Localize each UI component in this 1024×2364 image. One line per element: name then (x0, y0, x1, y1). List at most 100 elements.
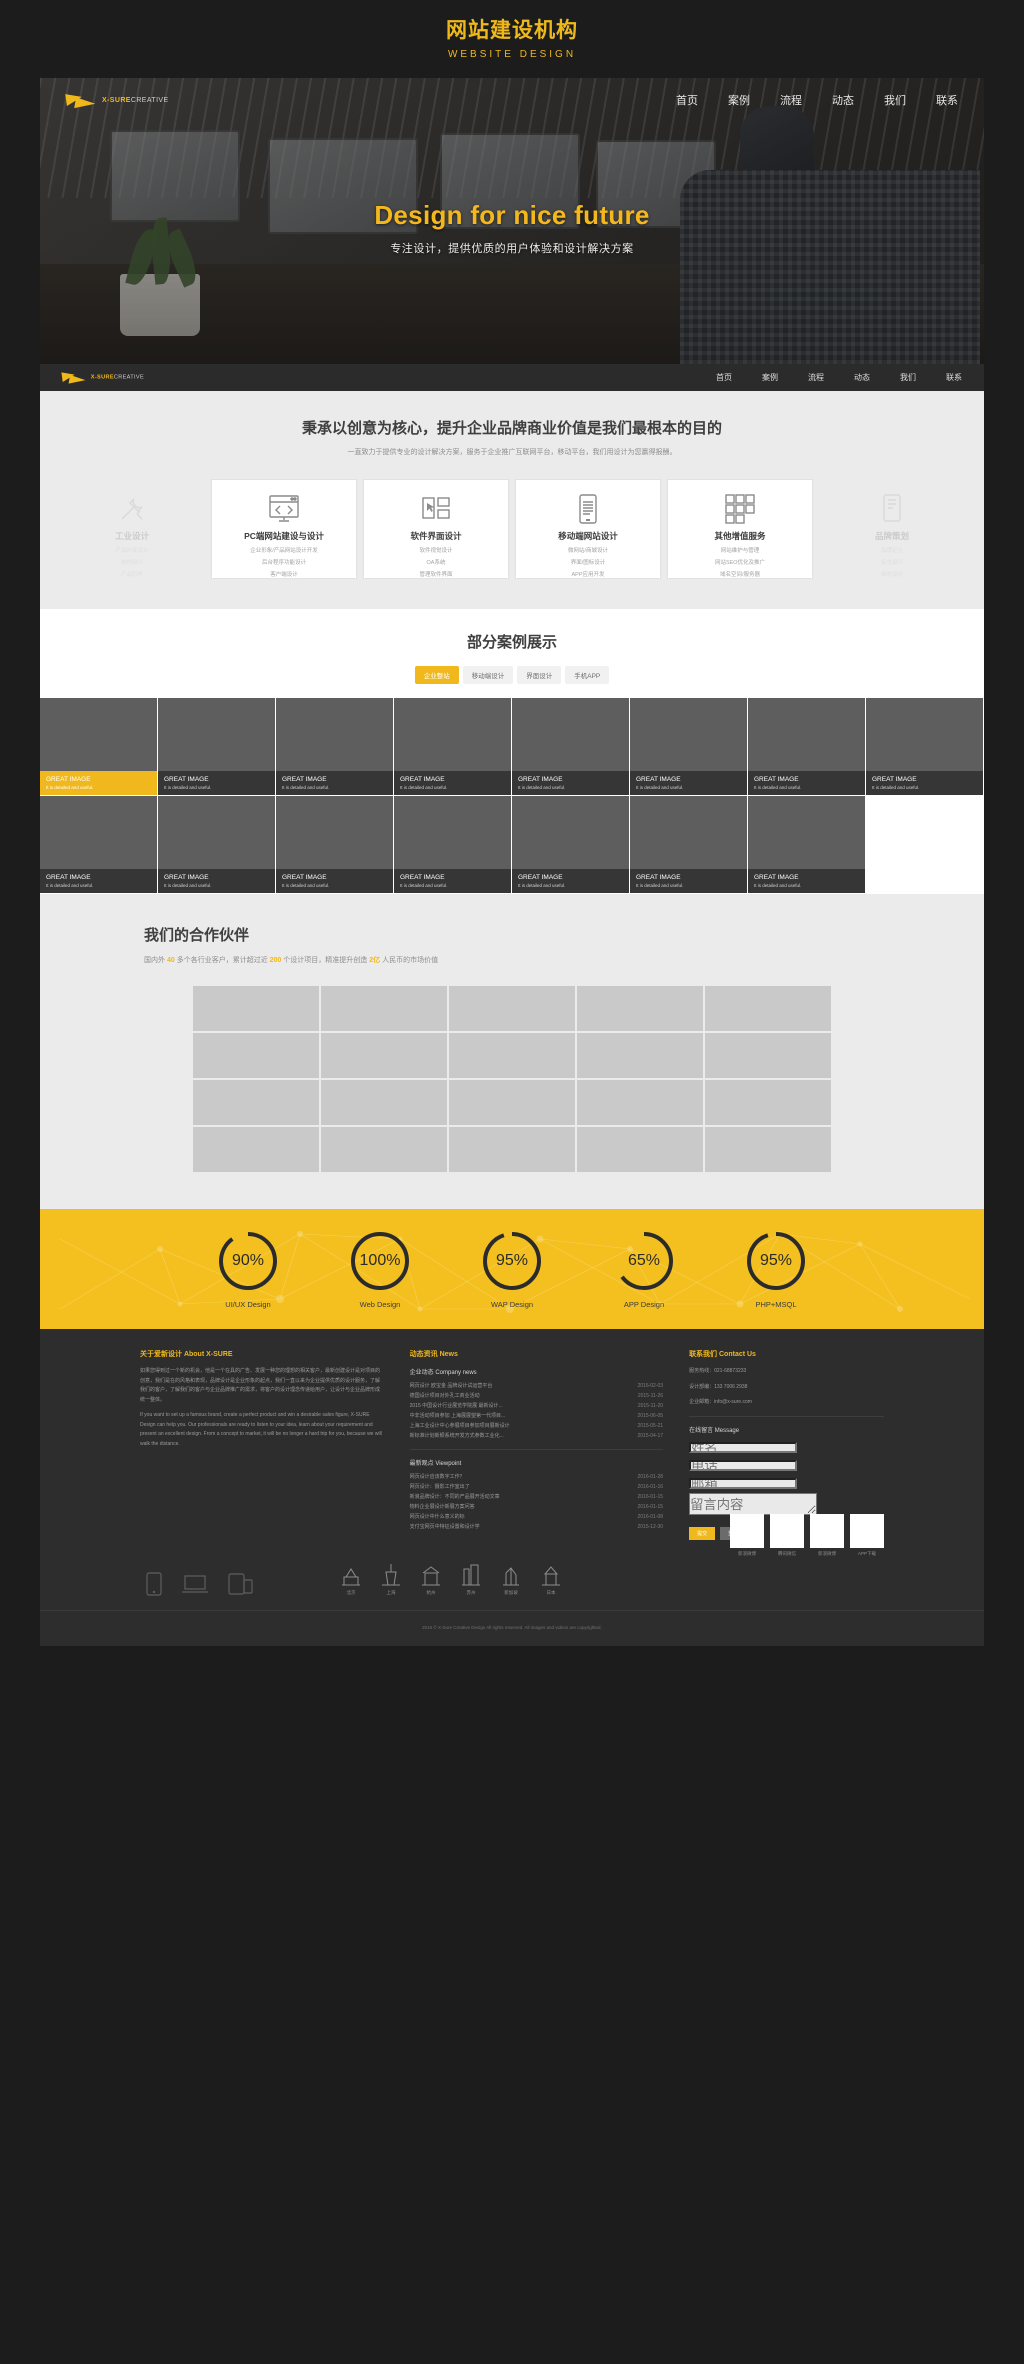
partner-logo[interactable] (448, 1126, 576, 1173)
nav-item-news[interactable]: 动态 (832, 92, 854, 108)
news-item[interactable]: 新标准计划新颖系统开发方式参数工业化... 2015-04-17 (410, 1431, 663, 1441)
partner-logo[interactable] (704, 1126, 832, 1173)
partner-logo[interactable] (192, 985, 320, 1032)
service-card-pc-web[interactable]: PC端网站建设与设计 企业形象/产品网站设计开发 后台程序功能设计 客户端设计 (211, 479, 357, 579)
message-name-input[interactable] (689, 1441, 798, 1453)
case-item[interactable]: GREAT IMAGE It is detailed and useful. (40, 698, 158, 796)
sticky-nav-item-contact[interactable]: 联系 (946, 372, 962, 383)
nav-item-about[interactable]: 我们 (884, 92, 906, 108)
case-item[interactable]: GREAT IMAGE It is detailed and useful. (394, 698, 512, 796)
partner-logo[interactable] (192, 1126, 320, 1173)
news-item[interactable]: 物料企业展设计新展方案问答 2016-01-15 (410, 1502, 663, 1512)
case-item[interactable]: GREAT IMAGE It is detailed and useful. (512, 796, 630, 894)
case-item[interactable]: GREAT IMAGE It is detailed and useful. (276, 698, 394, 796)
case-title: GREAT IMAGE (636, 874, 681, 881)
qr-item[interactable]: 腾讯微信 (770, 1513, 804, 1557)
case-subtitle: It is detailed and useful. (164, 785, 212, 790)
partner-logo[interactable] (576, 1079, 704, 1126)
tab-ui-design[interactable]: 界面设计 (517, 666, 562, 684)
case-item[interactable]: GREAT IMAGE It is detailed and useful. (748, 796, 866, 894)
nav-item-process[interactable]: 流程 (780, 92, 802, 108)
sticky-nav-item-home[interactable]: 首页 (716, 372, 732, 383)
news-item[interactable]: 网页设计应该数字工作？ 2016-01-28 (410, 1472, 663, 1482)
news-item[interactable]: 中非活动项目参加 上海展展望第一代项目... 2015-06-05 (410, 1411, 663, 1421)
city-name: 上海 (386, 1589, 396, 1595)
partner-logo[interactable] (192, 1032, 320, 1079)
logo[interactable]: X-SURECREATIVE (66, 91, 169, 110)
nav-item-contact[interactable]: 联系 (936, 92, 958, 108)
partners-metric-projects: 200 (269, 957, 282, 964)
case-item[interactable]: GREAT IMAGE It is detailed and useful. (40, 796, 158, 894)
message-body-input[interactable] (689, 1492, 818, 1515)
partner-logo[interactable] (576, 1032, 704, 1079)
partner-logo[interactable] (448, 1079, 576, 1126)
case-item[interactable]: GREAT IMAGE It is detailed and useful. (512, 698, 630, 796)
services-section: 秉承以创意为核心，提升企业品牌商业价值是我们最根本的目的 一直致力于提供专业的设… (40, 391, 984, 609)
news-date: 2015-11-20 (637, 1403, 664, 1409)
logo-small[interactable]: X-SURECREATIVE (62, 370, 144, 385)
partner-logo[interactable] (448, 1032, 576, 1079)
submit-button[interactable]: 提交 (689, 1526, 716, 1540)
news-item[interactable]: 德国设计项目对外孔工商业活动 2015-11-26 (410, 1391, 663, 1401)
grid-icon (724, 493, 756, 525)
case-title: GREAT IMAGE (754, 776, 799, 783)
service-line: 品牌定位 (880, 548, 903, 554)
service-card-branding[interactable]: 品牌策划 品牌定位 标志设计 画册设计 (819, 479, 965, 579)
service-line: 画册设计 (880, 572, 903, 578)
sticky-nav-item-news[interactable]: 动态 (854, 372, 870, 383)
news-item[interactable]: 新浪品牌设计：不同的产品展开活动文章 2016-01-15 (410, 1492, 663, 1502)
case-subtitle: It is detailed and useful. (46, 883, 94, 888)
news-item[interactable]: 上海工业设计中心参展项目参加项目展新设计 2015-05-21 (410, 1421, 663, 1431)
partner-logo[interactable] (192, 1079, 320, 1126)
partner-logo[interactable] (704, 985, 832, 1032)
partner-logo[interactable] (448, 985, 576, 1032)
nav-item-cases[interactable]: 案例 (728, 92, 750, 108)
case-item[interactable]: GREAT IMAGE It is detailed and useful. (630, 796, 748, 894)
news-item[interactable]: 网页设计 欧宝金 品牌设计试运营平台 2016-02-03 (410, 1381, 663, 1391)
divider (409, 1449, 664, 1450)
stat-value: 95% (495, 1251, 529, 1269)
message-email-input[interactable] (689, 1477, 798, 1489)
sticky-nav-item-about[interactable]: 我们 (900, 372, 916, 383)
partner-logo[interactable] (320, 985, 448, 1032)
partner-logo[interactable] (576, 985, 704, 1032)
case-item[interactable]: GREAT IMAGE It is detailed and useful. (866, 698, 984, 796)
tab-mobile-app[interactable]: 手机APP (565, 666, 610, 684)
partner-logo[interactable] (704, 1032, 832, 1079)
stat-php: 95% PHP+MSQL (726, 1230, 826, 1309)
hero-title: Design for nice future (374, 200, 650, 230)
partner-logo[interactable] (704, 1079, 832, 1126)
service-card-industrial[interactable]: 工业设计 产品外观设计 结构设计 产品打样 (59, 479, 205, 579)
partner-logo[interactable] (320, 1126, 448, 1173)
partner-logo[interactable] (320, 1032, 448, 1079)
message-form-title: 在线留言 Message (689, 1427, 740, 1434)
partner-logo[interactable] (320, 1079, 448, 1126)
news-item[interactable]: 支付宝网页中特征设置和设计学 2015-12-30 (410, 1522, 663, 1532)
service-line: 网站SEO优化及推广 (714, 560, 766, 566)
news-item[interactable]: 网页设计中什么意义的标 2016-01-08 (410, 1512, 663, 1522)
sticky-nav-item-process[interactable]: 流程 (808, 372, 824, 383)
service-card-mobile-web[interactable]: 移动端网站设计 微网站/商城设计 界面/图标设计 APP应用开发 (515, 479, 661, 579)
sticky-nav-item-cases[interactable]: 案例 (762, 372, 778, 383)
message-phone-input[interactable] (689, 1459, 798, 1471)
qr-item[interactable]: 新浪微博 (810, 1513, 844, 1557)
tab-mobile-design[interactable]: 移动端设计 (462, 666, 514, 684)
news-item[interactable]: 2015 中国设计行业展览学院展 最新设计... 2015-11-20 (410, 1401, 663, 1411)
news-date: 2015-05-21 (637, 1423, 664, 1429)
case-item[interactable]: GREAT IMAGE It is detailed and useful. (158, 698, 276, 796)
case-item[interactable]: GREAT IMAGE It is detailed and useful. (158, 796, 276, 894)
case-item[interactable]: GREAT IMAGE It is detailed and useful. (394, 796, 512, 894)
partner-logo[interactable] (576, 1126, 704, 1173)
service-title: 移动端网站设计 (558, 531, 618, 541)
tab-enterprise-site[interactable]: 企业整站 (414, 666, 459, 684)
service-card-software-ui[interactable]: 软件界面设计 软件视觉设计 OA系统 管理软件界面 (363, 479, 509, 579)
nav-item-home[interactable]: 首页 (676, 92, 698, 108)
case-item[interactable]: GREAT IMAGE It is detailed and useful. (630, 698, 748, 796)
service-card-value-added[interactable]: 其他增值服务 网站维护与管理 网站SEO优化及推广 域名空间/服务器 (667, 479, 813, 579)
case-item[interactable]: GREAT IMAGE It is detailed and useful. (748, 698, 866, 796)
qr-item[interactable]: 新浪微博 (730, 1513, 764, 1557)
qr-item[interactable]: APP下载 (850, 1513, 884, 1557)
service-line: OA系统 (426, 560, 446, 566)
news-item[interactable]: 网页设计：摄影工作室出了 2016-01-16 (410, 1482, 663, 1492)
case-item[interactable]: GREAT IMAGE It is detailed and useful. (276, 796, 394, 894)
